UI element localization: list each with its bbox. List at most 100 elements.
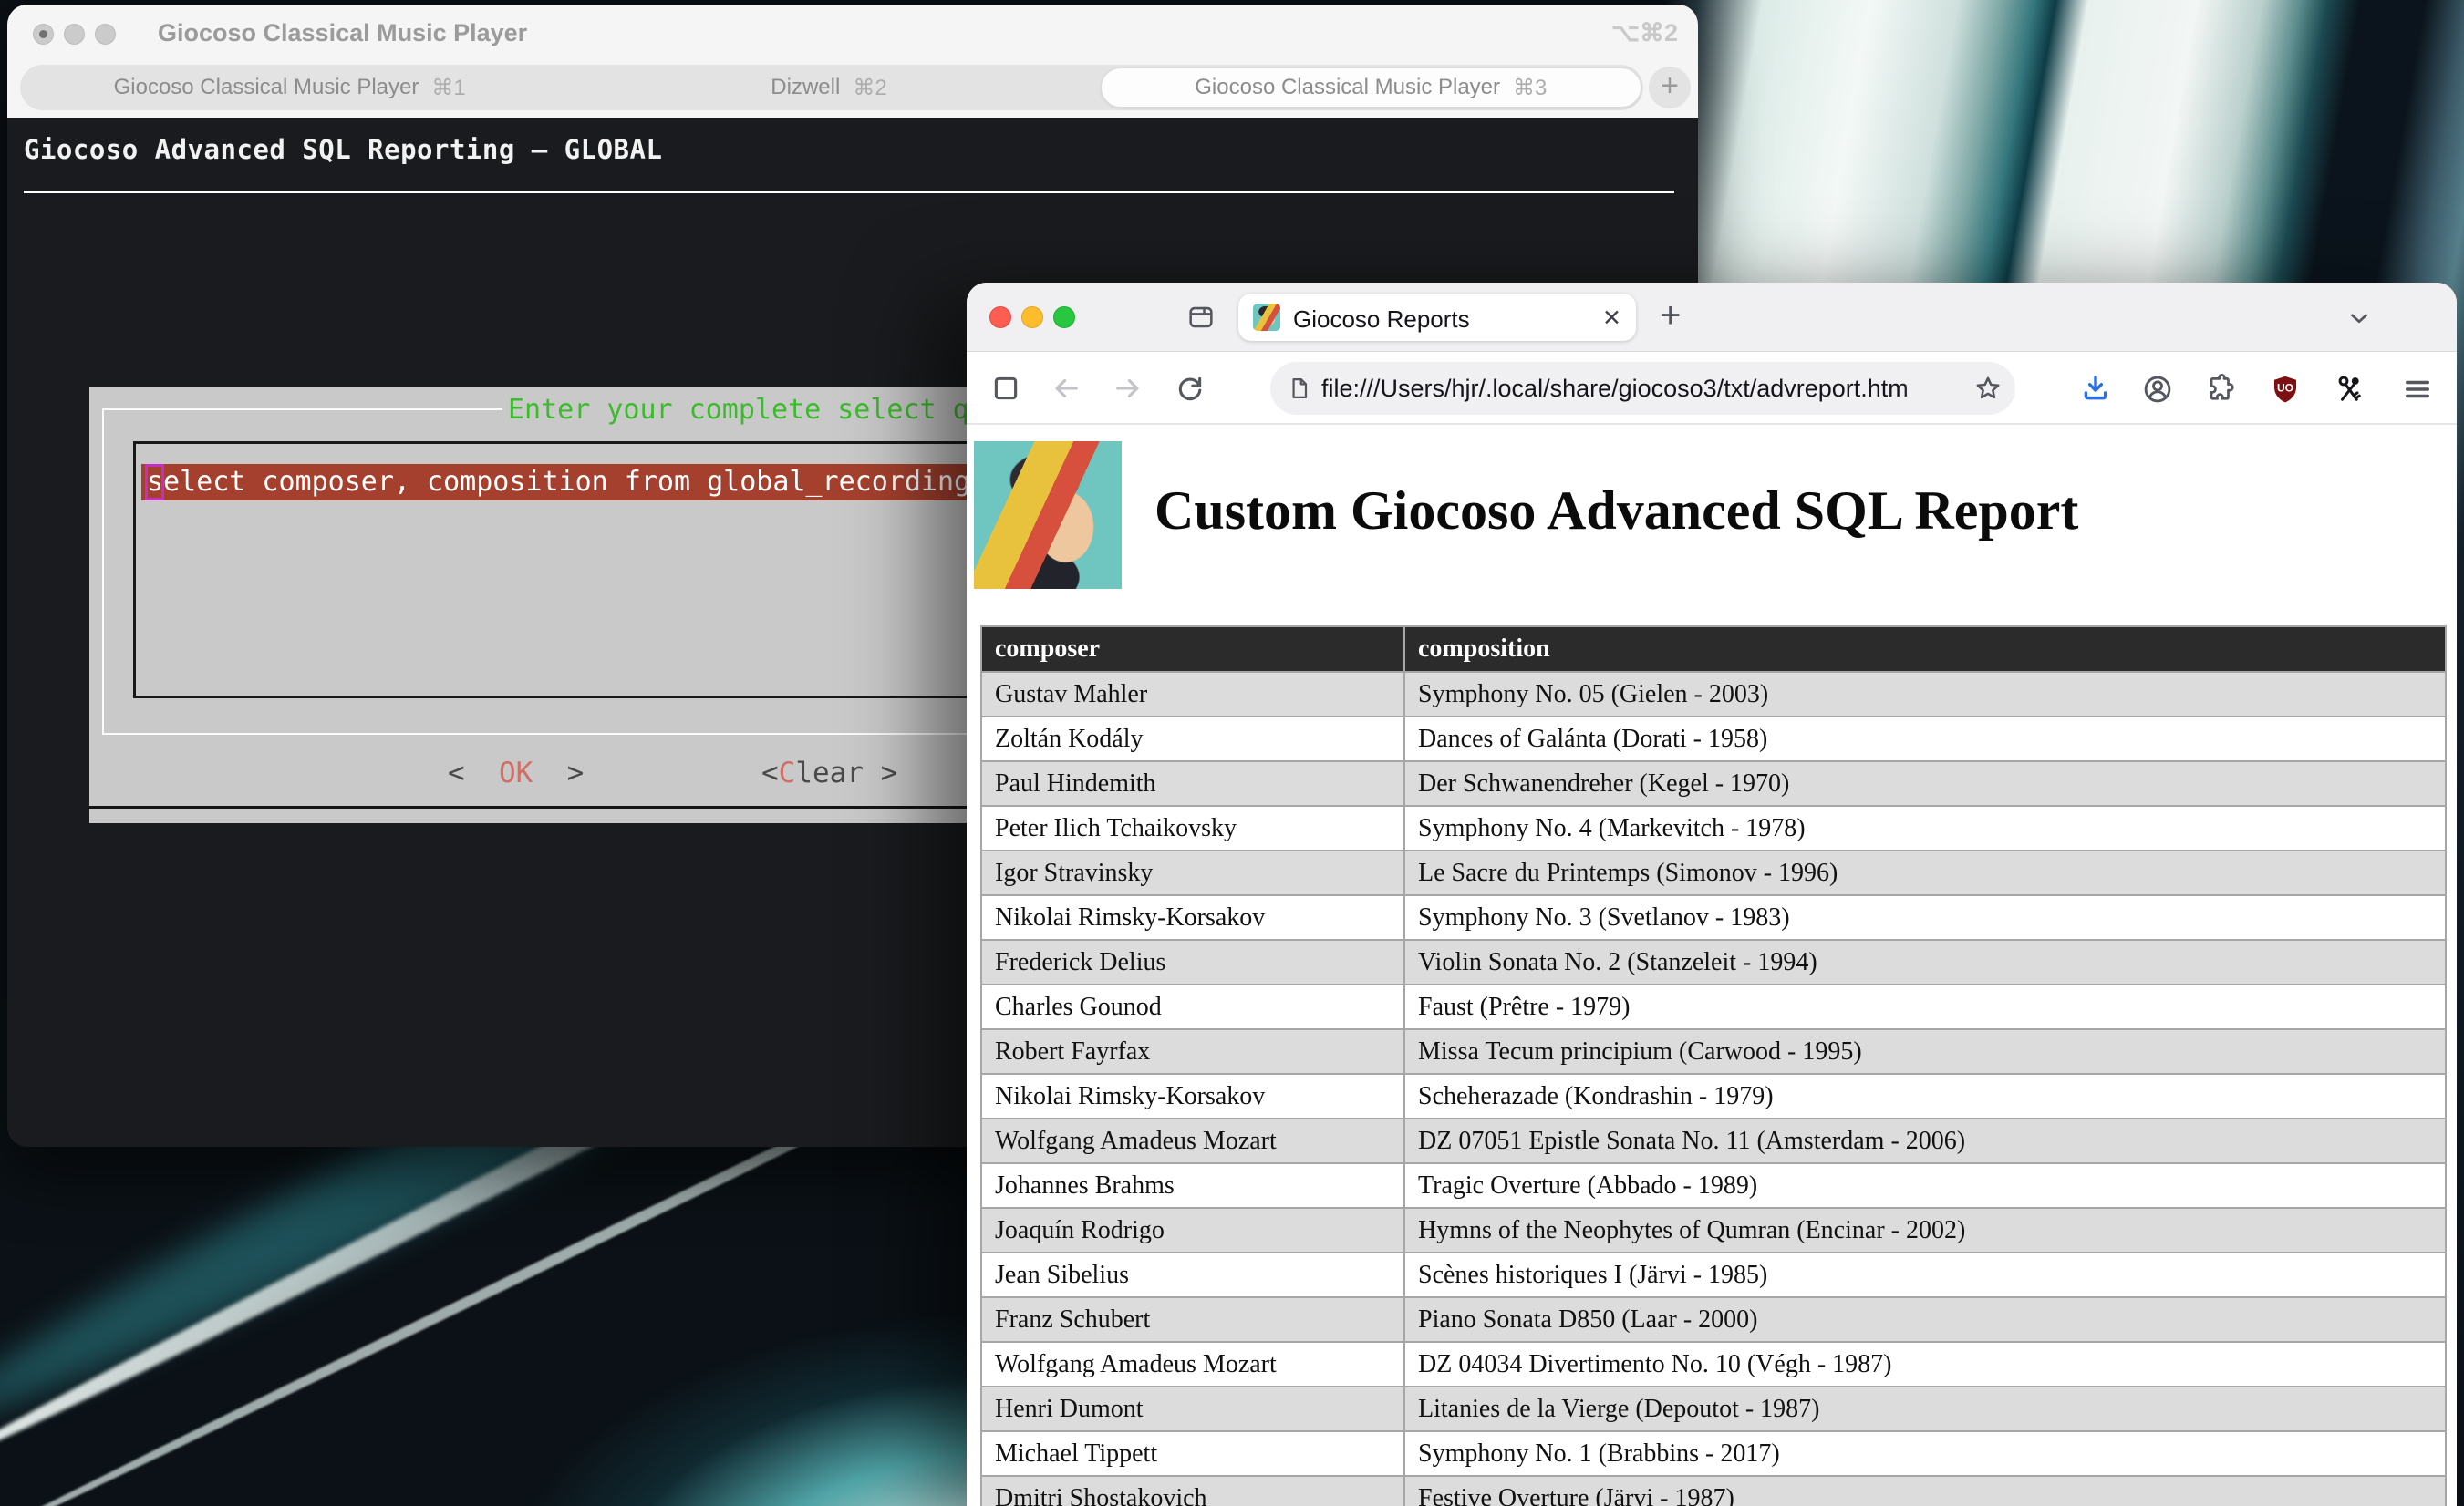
column-header-composer: composer xyxy=(981,626,1404,672)
table-cell: Michael Tippett xyxy=(981,1431,1404,1476)
table-cell: Zoltán Kodály xyxy=(981,717,1404,761)
table-cell: Dmitri Shostakovich xyxy=(981,1476,1404,1506)
tab-favicon xyxy=(1253,304,1280,331)
table-cell: Violin Sonata No. 2 (Stanzeleit - 1994) xyxy=(1404,940,2446,985)
table-row: Igor StravinskyLe Sacre du Printemps (Si… xyxy=(981,851,2446,895)
hamburger-menu-icon[interactable] xyxy=(2401,373,2434,406)
back-button-icon[interactable] xyxy=(1051,373,1082,404)
table-row: Gustav MahlerSymphony No. 05 (Gielen - 2… xyxy=(981,672,2446,717)
table-header-row: composer composition xyxy=(981,626,2446,672)
table-row: Wolfgang Amadeus MozartDZ 04034 Divertim… xyxy=(981,1342,2446,1387)
terminal-tab-2[interactable]: Dizwell ⌘2 xyxy=(559,65,1098,110)
table-cell: Johannes Brahms xyxy=(981,1163,1404,1208)
table-row: Charles GounodFaust (Prêtre - 1979) xyxy=(981,985,2446,1029)
report-table-body: Gustav MahlerSymphony No. 05 (Gielen - 2… xyxy=(981,672,2446,1506)
table-row: Franz SchubertPiano Sonata D850 (Laar - … xyxy=(981,1297,2446,1342)
terminal-tab-shortcut: ⌘3 xyxy=(1513,75,1547,101)
table-row: Johannes BrahmsTragic Overture (Abbado -… xyxy=(981,1163,2446,1208)
browser-tabbar: Giocoso Reports ✕ + xyxy=(967,283,2457,352)
terminal-window-title: Giocoso Classical Music Player xyxy=(158,19,527,47)
table-cell: Festive Overture (Järvi - 1987) xyxy=(1404,1476,2446,1506)
query-input-box[interactable]: select composer, composition from global… xyxy=(133,441,990,698)
terminal-tabstrip: Giocoso Classical Music Player ⌘1 Dizwel… xyxy=(20,65,1643,110)
table-row: Dmitri ShostakovichFestive Overture (Jär… xyxy=(981,1476,2446,1506)
zoom-window-button[interactable] xyxy=(1053,306,1075,328)
table-cell: Symphony No. 4 (Markevitch - 1978) xyxy=(1404,806,2446,851)
url-bar[interactable]: file:///Users/hjr/.local/share/giocoso3/… xyxy=(1270,362,2015,415)
table-cell: Faust (Prêtre - 1979) xyxy=(1404,985,2446,1029)
table-cell: Symphony No. 05 (Gielen - 2003) xyxy=(1404,672,2446,717)
tab-overflow-chevron-icon[interactable] xyxy=(2345,304,2373,332)
minimize-window-button[interactable] xyxy=(1021,306,1043,328)
tab-title: Giocoso Reports xyxy=(1293,305,1470,334)
terminal-tab-1[interactable]: Giocoso Classical Music Player ⌘1 xyxy=(20,65,559,110)
table-cell: Joaquín Rodrigo xyxy=(981,1208,1404,1253)
firefox-view-icon[interactable] xyxy=(1185,302,1216,333)
close-window-button[interactable] xyxy=(989,306,1011,328)
close-window-button[interactable] xyxy=(33,24,54,45)
ublock-origin-icon[interactable]: UO xyxy=(2269,373,2302,406)
downloads-icon[interactable] xyxy=(2080,373,2111,404)
terminal-heading-rule xyxy=(24,191,1674,193)
sql-query-dialog: Enter your complete select q select comp… xyxy=(89,387,1001,823)
terminal-new-tab-button[interactable]: + xyxy=(1649,67,1691,108)
forward-button-icon[interactable] xyxy=(1113,373,1144,404)
ok-button[interactable]: < OK > xyxy=(448,757,584,789)
clear-button[interactable]: <Clear > xyxy=(761,757,897,789)
table-cell: DZ 04034 Divertimento No. 10 (Végh - 198… xyxy=(1404,1342,2446,1387)
table-cell: Franz Schubert xyxy=(981,1297,1404,1342)
account-icon[interactable] xyxy=(2141,373,2174,406)
table-cell: Tragic Overture (Abbado - 1989) xyxy=(1404,1163,2446,1208)
terminal-shortcut-badge: ⌥⌘2 xyxy=(1611,19,1678,47)
terminal-traffic-lights xyxy=(33,24,116,45)
terminal-tab-shortcut: ⌘1 xyxy=(431,75,465,101)
terminal-tab-3-active[interactable]: Giocoso Classical Music Player ⌘3 xyxy=(1101,67,1641,108)
table-cell: Hymns of the Neophytes of Qumran (Encina… xyxy=(1404,1208,2446,1253)
table-cell: Nikolai Rimsky-Korsakov xyxy=(981,1074,1404,1119)
table-cell: DZ 07051 Epistle Sonata No. 11 (Amsterda… xyxy=(1404,1119,2446,1163)
reload-button-icon[interactable] xyxy=(1175,373,1206,404)
query-input-value: select composer, composition from global… xyxy=(147,466,970,498)
table-row: Frederick DeliusViolin Sonata No. 2 (Sta… xyxy=(981,940,2446,985)
new-tab-button[interactable]: + xyxy=(1660,297,1681,334)
tab-close-icon[interactable]: ✕ xyxy=(1602,304,1621,332)
table-row: Joaquín RodrigoHymns of the Neophytes of… xyxy=(981,1208,2446,1253)
table-cell: Nikolai Rimsky-Korsakov xyxy=(981,895,1404,940)
table-cell: Frederick Delius xyxy=(981,940,1404,985)
table-row: Peter Ilich TchaikovskySymphony No. 4 (M… xyxy=(981,806,2446,851)
table-cell: Litanies de la Vierge (Depoutot - 1987) xyxy=(1404,1387,2446,1431)
column-header-composition: composition xyxy=(1404,626,2446,672)
extensions-puzzle-icon[interactable] xyxy=(2205,373,2236,404)
table-cell: Igor Stravinsky xyxy=(981,851,1404,895)
query-input-field[interactable]: select composer, composition from global… xyxy=(141,464,982,500)
table-cell: Scènes historiques I (Järvi - 1985) xyxy=(1404,1253,2446,1297)
url-text[interactable]: file:///Users/hjr/.local/share/giocoso3/… xyxy=(1321,375,1952,403)
bookmark-star-icon[interactable] xyxy=(1973,374,2003,403)
table-cell: Piano Sonata D850 (Laar - 2000) xyxy=(1404,1297,2446,1342)
table-cell: Henri Dumont xyxy=(981,1387,1404,1431)
giocoso-logo-image xyxy=(974,441,1122,589)
terminal-tab-label: Giocoso Classical Music Player xyxy=(114,75,419,100)
table-cell: Wolfgang Amadeus Mozart xyxy=(981,1119,1404,1163)
terminal-header: Giocoso Classical Music Player ⌥⌘2 Gioco… xyxy=(7,5,1698,118)
zoom-window-button[interactable] xyxy=(95,24,116,45)
report-table: composer composition Gustav MahlerSympho… xyxy=(980,625,2447,1506)
minimize-window-button[interactable] xyxy=(64,24,85,45)
keys-extension-icon[interactable] xyxy=(2333,373,2366,406)
browser-tab-giocoso-reports[interactable]: Giocoso Reports ✕ xyxy=(1238,294,1636,341)
table-row: Wolfgang Amadeus MozartDZ 07051 Epistle … xyxy=(981,1119,2446,1163)
table-row: Henri DumontLitanies de la Vierge (Depou… xyxy=(981,1387,2446,1431)
table-cell: Le Sacre du Printemps (Simonov - 1996) xyxy=(1404,851,2446,895)
table-cell: Jean Sibelius xyxy=(981,1253,1404,1297)
table-row: Paul HindemithDer Schwanendreher (Kegel … xyxy=(981,761,2446,806)
report-page: Custom Giocoso Advanced SQL Report compo… xyxy=(967,425,2457,1506)
table-row: Nikolai Rimsky-KorsakovSymphony No. 3 (S… xyxy=(981,895,2446,940)
sidebar-toggle-icon[interactable] xyxy=(990,373,1021,404)
desktop: Giocoso Classical Music Player ⌥⌘2 Gioco… xyxy=(0,0,2464,1506)
dialog-bottom-shadow xyxy=(89,806,1001,809)
browser-traffic-lights xyxy=(989,306,1075,328)
table-cell: Robert Fayrfax xyxy=(981,1029,1404,1074)
table-cell: Gustav Mahler xyxy=(981,672,1404,717)
table-row: Robert FayrfaxMissa Tecum principium (Ca… xyxy=(981,1029,2446,1074)
table-cell: Peter Ilich Tchaikovsky xyxy=(981,806,1404,851)
